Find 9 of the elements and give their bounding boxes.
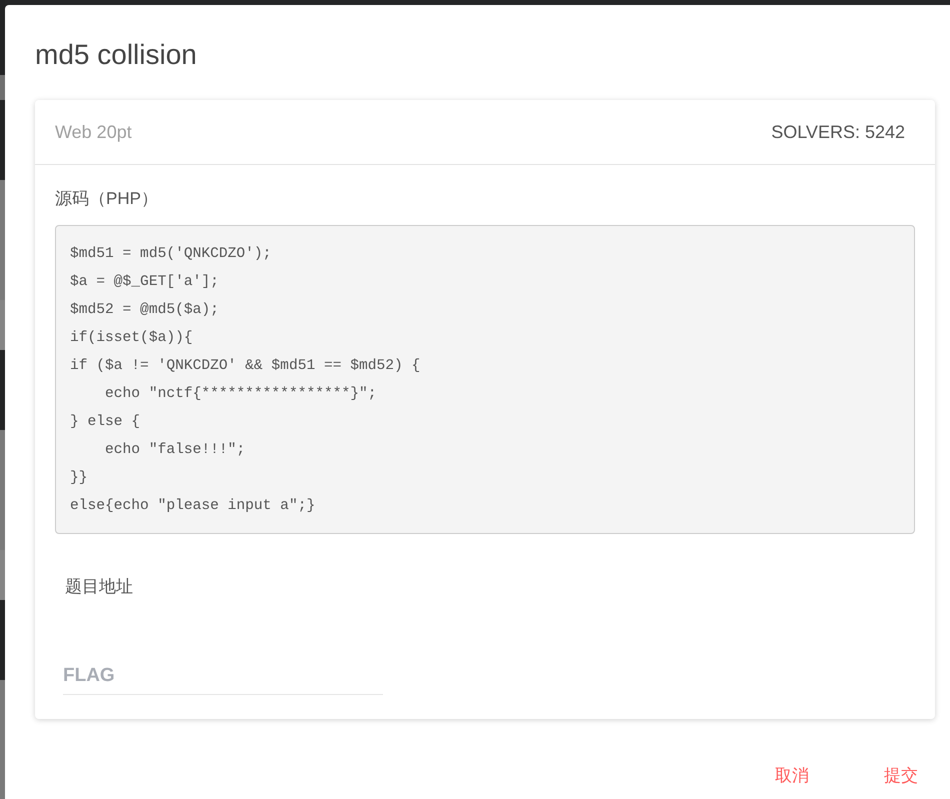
dialog-title: md5 collision — [35, 38, 197, 72]
address-label: 题目地址 — [65, 576, 133, 598]
code-block: $md51 = md5('QNKCDZO'); $a = @$_GET['a']; $md52 = @md5($a); if(isset($a)){ if ($a != 'QNKCDZO' && $md51 == $md52) { echo "nctf{*****************}"; } else { echo "false!!!"; }} else{echo "please input a";} — [55, 225, 915, 534]
solvers-count: SOLVERS: 5242 — [771, 122, 905, 142]
category-points: Web 20pt — [55, 122, 132, 142]
source-label: 源码（PHP） — [55, 188, 158, 210]
flag-input[interactable]: FLAG — [63, 658, 383, 695]
cancel-button[interactable]: 取消 — [759, 758, 825, 794]
submit-button[interactable]: 提交 — [868, 758, 934, 794]
